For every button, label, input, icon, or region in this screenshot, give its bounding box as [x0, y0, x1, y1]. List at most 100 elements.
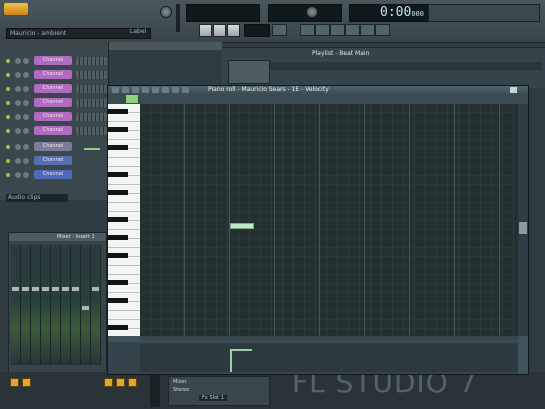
channel-button[interactable]: Channel	[34, 126, 72, 135]
black-key[interactable]	[108, 127, 128, 132]
mixer-fader[interactable]	[92, 286, 99, 291]
tempo-display[interactable]	[244, 24, 270, 37]
mixer-strip[interactable]	[91, 245, 101, 365]
scroll-thumb[interactable]	[519, 222, 527, 234]
master-volume-knob[interactable]	[160, 6, 172, 18]
black-key[interactable]	[108, 217, 128, 222]
black-key[interactable]	[108, 298, 128, 303]
velocity-bar[interactable]	[230, 350, 232, 372]
black-key[interactable]	[108, 190, 128, 195]
mute-led-icon[interactable]	[6, 115, 10, 119]
channel-button[interactable]: Channel	[34, 98, 72, 107]
playlist-toggle-button[interactable]	[300, 24, 315, 36]
black-key[interactable]	[108, 172, 128, 177]
volume-knob[interactable]	[23, 100, 29, 106]
mixer-strip[interactable]	[61, 245, 71, 365]
channel-button[interactable]: Channel	[34, 112, 72, 121]
select-icon[interactable]	[162, 87, 169, 93]
mixer-fader[interactable]	[72, 286, 79, 291]
midi-note[interactable]	[230, 223, 254, 229]
channel-row[interactable]: Channel	[4, 112, 107, 122]
piano-keyboard[interactable]	[108, 104, 140, 336]
black-key[interactable]	[108, 325, 128, 330]
mute-led-icon[interactable]	[6, 159, 10, 163]
mixer-toggle-button[interactable]	[360, 24, 375, 36]
mixer-strip[interactable]	[31, 245, 41, 365]
step-buttons[interactable]	[76, 99, 107, 107]
pan-knob[interactable]	[15, 128, 21, 134]
pan-knob[interactable]	[15, 86, 21, 92]
black-key[interactable]	[108, 253, 128, 258]
pan-knob[interactable]	[15, 172, 21, 178]
plugin-picker-button[interactable]	[375, 24, 390, 36]
insert-button[interactable]	[22, 378, 31, 387]
black-key[interactable]	[108, 109, 128, 114]
channel-row[interactable]: Channel	[4, 126, 107, 136]
record-button[interactable]	[227, 24, 240, 37]
black-key[interactable]	[108, 235, 128, 240]
stop-button[interactable]	[213, 24, 226, 37]
mute-led-icon[interactable]	[6, 87, 10, 91]
channel-row[interactable]: Channel	[4, 70, 107, 80]
step-buttons[interactable]	[76, 57, 107, 65]
snap-indicator[interactable]	[126, 95, 138, 103]
menu-arrow-icon[interactable]	[112, 87, 119, 93]
insert-button[interactable]	[104, 378, 113, 387]
channel-button[interactable]: Channel	[34, 156, 72, 165]
mute-led-icon[interactable]	[6, 101, 10, 105]
velocity-grid[interactable]	[140, 344, 518, 372]
mixer-fader[interactable]	[82, 305, 89, 310]
volume-knob[interactable]	[23, 128, 29, 134]
play-button[interactable]	[199, 24, 212, 37]
volume-knob[interactable]	[23, 172, 29, 178]
channel-button[interactable]: Channel	[34, 142, 72, 151]
volume-knob[interactable]	[23, 86, 29, 92]
channel-row[interactable]: Channel	[4, 84, 107, 94]
channel-button[interactable]: Channel	[34, 170, 72, 179]
step-buttons[interactable]	[76, 113, 107, 121]
mute-led-icon[interactable]	[6, 145, 10, 149]
channel-row[interactable]: Channel	[4, 170, 107, 180]
pattern-selector[interactable]	[272, 24, 287, 36]
channel-button[interactable]: Channel	[34, 70, 72, 79]
fx-slot-selector[interactable]: Fx Slot 1	[199, 395, 227, 401]
step-buttons[interactable]	[76, 71, 107, 79]
piano-roll-toggle-button[interactable]	[330, 24, 345, 36]
mixer-fader[interactable]	[52, 286, 59, 291]
playlist-tools[interactable]	[228, 60, 270, 84]
pan-knob[interactable]	[15, 100, 21, 106]
black-key[interactable]	[108, 145, 128, 150]
mixer-strip[interactable]	[51, 245, 61, 365]
mixer-fader[interactable]	[32, 286, 39, 291]
pan-knob[interactable]	[15, 72, 21, 78]
horizontal-scrollbar[interactable]	[140, 336, 518, 341]
mute-led-icon[interactable]	[6, 129, 10, 133]
volume-knob[interactable]	[23, 144, 29, 150]
play-icon[interactable]	[182, 87, 189, 93]
insert-button[interactable]	[116, 378, 125, 387]
step-buttons[interactable]	[76, 127, 107, 135]
channel-row[interactable]: Channel	[4, 98, 107, 108]
playlist-ruler[interactable]	[270, 62, 542, 70]
audio-clips-selector[interactable]: Audio clips	[6, 194, 68, 202]
note-grid[interactable]	[140, 104, 518, 336]
step-buttons[interactable]	[76, 85, 107, 93]
volume-knob[interactable]	[23, 114, 29, 120]
channel-row[interactable]: Channel	[4, 56, 107, 66]
mute-led-icon[interactable]	[6, 59, 10, 63]
piano-roll-titlebar[interactable]: Piano roll - Mauricio Sears - 1E - Veloc…	[108, 86, 528, 94]
mixer-strip[interactable]	[41, 245, 51, 365]
black-key[interactable]	[108, 280, 128, 285]
mixer-fader[interactable]	[22, 286, 29, 291]
mixer-strip[interactable]	[81, 245, 91, 365]
mixer-fader[interactable]	[62, 286, 69, 291]
insert-button[interactable]	[128, 378, 137, 387]
master-pitch-slider[interactable]	[176, 4, 180, 32]
browser-toggle-button[interactable]	[345, 24, 360, 36]
mute-led-icon[interactable]	[6, 73, 10, 77]
insert-button[interactable]	[10, 378, 19, 387]
volume-knob[interactable]	[23, 72, 29, 78]
magnet-icon[interactable]	[122, 87, 129, 93]
channel-button[interactable]: Channel	[34, 56, 72, 65]
mixer-fader[interactable]	[12, 286, 19, 291]
